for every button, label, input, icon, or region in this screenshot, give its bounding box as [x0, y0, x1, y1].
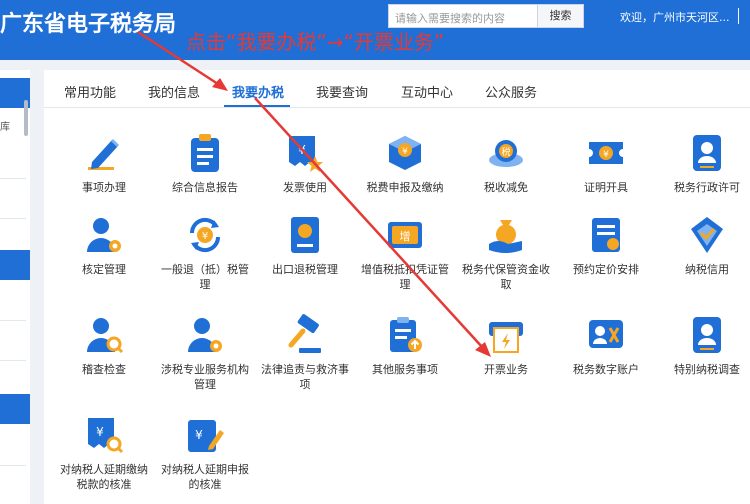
service-item-matters[interactable]: 事项办理 [54, 132, 154, 195]
tab-common-functions[interactable]: 常用功能 [64, 82, 116, 101]
money-hand-icon [489, 220, 522, 253]
tab-query[interactable]: 我要查询 [316, 82, 368, 101]
welcome-text: 欢迎，广州市天河区... [620, 11, 730, 24]
service-item-tax-credit[interactable]: 纳税信用 [657, 214, 750, 277]
credit-icon [691, 217, 723, 253]
svg-text:¥: ¥ [298, 143, 306, 157]
user-gear-icon [188, 318, 222, 352]
yuan-cube-icon: ¥ [389, 136, 421, 170]
svg-text:增: 增 [400, 229, 411, 243]
svg-text:¥: ¥ [96, 425, 104, 439]
service-item-pricing[interactable]: 预约定价安排 [556, 214, 656, 277]
service-item-inspection[interactable]: 稽查检查 [54, 314, 154, 377]
tab-bar: 常用功能 我的信息 我要办税 我要查询 互动中心 公众服务 [44, 70, 750, 108]
sidebar-item-active[interactable] [0, 250, 30, 280]
service-item-legal[interactable]: 法律追责与救济事项 [255, 314, 355, 392]
svg-text:¥: ¥ [202, 231, 208, 242]
service-item-export-refund[interactable]: 出口退税管理 [255, 214, 355, 277]
search-button[interactable]: 搜索 [538, 4, 584, 28]
tab-interaction-center[interactable]: 互动中心 [401, 82, 453, 101]
tab-handle-tax[interactable]: 我要办税 [232, 82, 284, 101]
yuan-refresh-icon: ¥ [189, 217, 221, 253]
search-input[interactable]: 请输入需要搜索的内容 [388, 4, 538, 28]
active-tab-indicator [224, 105, 290, 107]
service-item-tax-relief[interactable]: 税 税收减免 [456, 132, 556, 195]
service-item-other-services[interactable]: 其他服务事项 [355, 314, 455, 377]
id-badge-icon [693, 135, 721, 171]
sidebar-scrollbar[interactable] [24, 100, 28, 136]
id-badge-icon [693, 317, 721, 353]
export-book-icon [291, 217, 319, 253]
yuan-search-icon: ¥ [88, 418, 124, 454]
document-icon [592, 218, 620, 252]
user-gear-icon [87, 218, 121, 252]
svg-text:税: 税 [501, 146, 510, 158]
svg-text:¥: ¥ [402, 147, 408, 157]
sidebar-divider [0, 218, 26, 219]
main-panel: 常用功能 我的信息 我要办税 我要查询 互动中心 公众服务 事项办理 综合信息报… [44, 70, 750, 504]
service-item-certificate[interactable]: ¥ 证明开具 [556, 132, 656, 195]
invoice-printer-icon [489, 322, 523, 353]
clipboard-upload-icon [390, 317, 422, 352]
sidebar: 库 [0, 70, 30, 504]
sidebar-divider [0, 465, 26, 466]
service-item-professional-agency[interactable]: 涉税专业服务机构管理 [155, 314, 255, 392]
header-divider [738, 8, 739, 24]
pen-icon [88, 138, 120, 170]
svg-text:¥: ¥ [603, 150, 609, 160]
service-item-info-report[interactable]: 综合信息报告 [155, 132, 255, 195]
service-item-deferred-declaration[interactable]: ¥ 对纳税人延期申报的核准 [155, 414, 255, 492]
sidebar-divider [0, 320, 26, 321]
service-item-invoice-use[interactable]: ¥ 发票使用 [255, 132, 355, 195]
service-item-declare-pay[interactable]: ¥ 税费申报及缴纳 [355, 132, 455, 195]
coin-icon: 税 [489, 140, 523, 167]
yuan-ticket-icon: ¥ [589, 142, 623, 164]
clipboard-icon [191, 134, 219, 172]
service-item-assessment[interactable]: 核定管理 [54, 214, 154, 277]
service-item-admin-license[interactable]: 税务行政许可 [657, 132, 750, 195]
sidebar-item-label: 库 [0, 122, 10, 133]
service-item-vat-voucher[interactable]: 增 增值税抵扣凭证管理 [355, 214, 455, 292]
service-item-custody-funds[interactable]: 税务代保管资金收取 [456, 214, 556, 292]
tab-public-service[interactable]: 公众服务 [485, 82, 537, 101]
voucher-icon: 增 [388, 222, 422, 248]
instruction-annotation: 点击“我要办税”→“开票业务” [186, 30, 445, 54]
sidebar-divider [0, 360, 26, 361]
tab-my-info[interactable]: 我的信息 [148, 82, 200, 101]
service-item-digital-account[interactable]: 税务数字账户 [556, 314, 656, 377]
yuan-pen-icon: ¥ [188, 420, 224, 452]
sidebar-item-active[interactable] [0, 394, 30, 424]
gavel-icon [288, 314, 321, 353]
user-search-icon [87, 318, 124, 354]
digital-account-icon [589, 320, 623, 348]
svg-text:¥: ¥ [195, 428, 203, 442]
invoice-star-icon: ¥ [289, 136, 323, 172]
service-item-special-investigation[interactable]: 特别纳税调查 [657, 314, 750, 377]
site-title[interactable]: 广东省电子税务局 [0, 6, 176, 38]
service-item-deferred-payment[interactable]: ¥ 对纳税人延期缴纳税款的核准 [54, 414, 154, 492]
service-item-refund[interactable]: ¥ 一般退（抵）税管理 [155, 214, 255, 292]
sidebar-divider [0, 178, 26, 179]
service-item-invoicing[interactable]: 开票业务 [456, 314, 556, 377]
